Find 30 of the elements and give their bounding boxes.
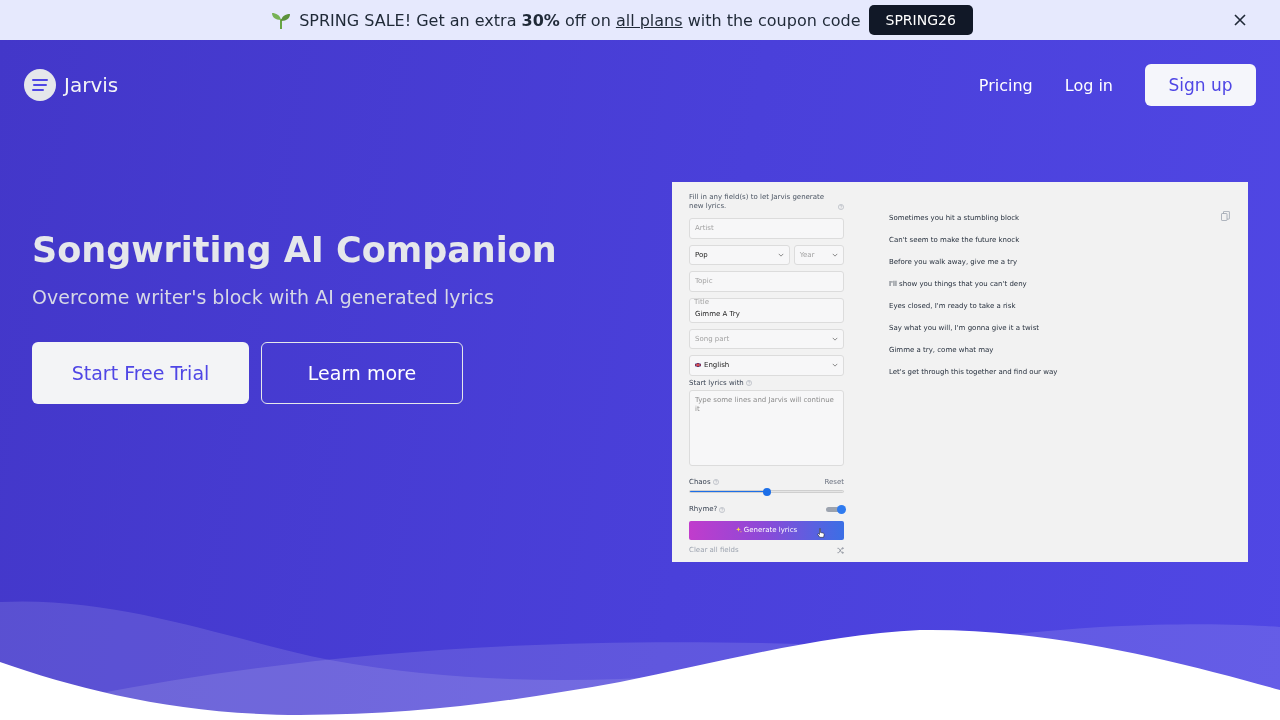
- chevron-down-icon: [777, 252, 784, 257]
- flag-icon: [695, 363, 701, 368]
- hero-subtitle: Overcome writer's block with AI generated lyrics: [32, 285, 495, 310]
- help-icon[interactable]: [719, 506, 726, 513]
- help-icon[interactable]: [712, 479, 719, 485]
- help-icon[interactable]: [745, 380, 752, 386]
- seedling-icon: [271, 10, 292, 30]
- sparkle-icon: [735, 527, 742, 533]
- help-icon[interactable]: [838, 203, 844, 210]
- brand-name[interactable]: Jarvis: [64, 73, 119, 97]
- slider-thumb[interactable]: [762, 488, 771, 496]
- close-icon[interactable]: [1234, 14, 1246, 26]
- shuffle-icon[interactable]: [837, 547, 844, 554]
- rhyme-toggle[interactable]: [826, 505, 846, 514]
- logo-icon[interactable]: [24, 69, 56, 101]
- chevron-down-icon: [832, 252, 838, 257]
- trial-button[interactable]: Start Free Trial: [32, 342, 249, 404]
- hand-cursor-icon: [817, 527, 825, 538]
- chevron-down-icon: [832, 363, 838, 368]
- nav-link[interactable]: Pricing: [978, 75, 1033, 95]
- sale-message: SPRING SALE! Get an extra 30% off on all plans with the coupon code: [299, 10, 861, 30]
- chevron-down-icon: [832, 336, 838, 341]
- copy-icon[interactable]: [1221, 211, 1230, 221]
- nav-link[interactable]: Log in: [1064, 75, 1113, 95]
- signup-button[interactable]: Sign up: [1145, 64, 1256, 106]
- chaos-slider[interactable]: [689, 490, 844, 493]
- hero-title: Songwriting AI Companion: [32, 230, 557, 270]
- coupon-code-button[interactable]: SPRING26: [868, 5, 973, 35]
- plans-link[interactable]: all plans: [615, 10, 683, 30]
- learn-more-button[interactable]: Learn more: [261, 342, 463, 404]
